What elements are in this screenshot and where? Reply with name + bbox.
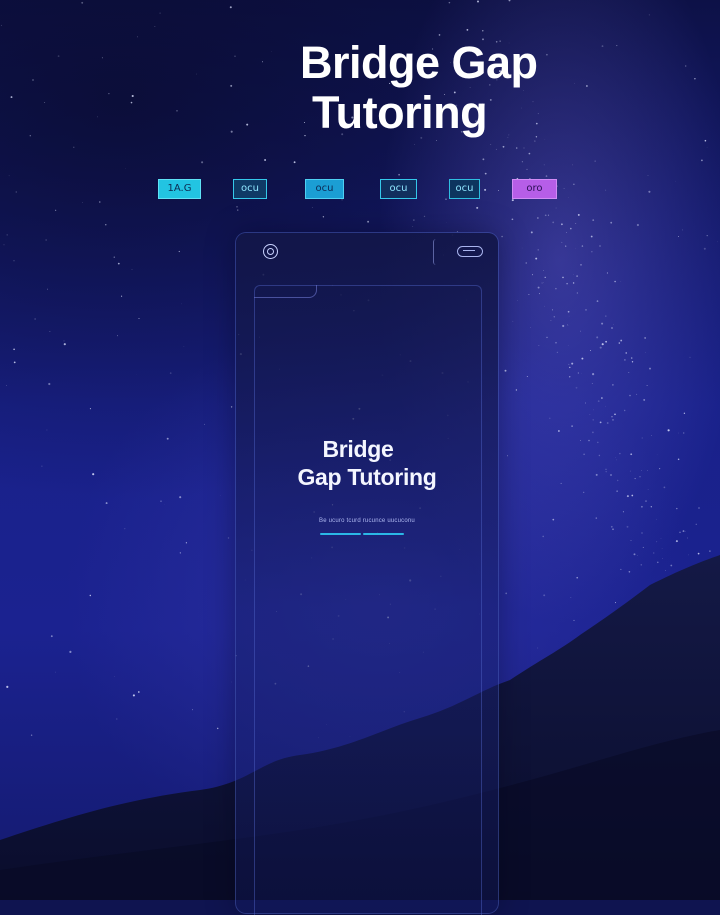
nav-chip-4[interactable]: ocu bbox=[380, 179, 417, 199]
screen-tab-notch bbox=[254, 285, 317, 298]
device-top-bar bbox=[236, 233, 498, 271]
nav-chip-5[interactable]: ocu bbox=[449, 179, 480, 199]
lock-icon[interactable] bbox=[263, 244, 278, 259]
device-subtitle: Be ucuro tcurd rucunce uucuconu bbox=[236, 518, 498, 524]
device-title-line1: Bridge bbox=[236, 435, 498, 463]
menu-icon[interactable] bbox=[457, 246, 483, 257]
hero-title-line1: Bridge Gap bbox=[300, 38, 600, 88]
nav-chip-2[interactable]: ocu bbox=[233, 179, 267, 199]
device-screen bbox=[254, 285, 482, 915]
accent-underline-right bbox=[363, 533, 404, 535]
phone-mockup: Bridge Gap Tutoring Be ucuro tcurd rucun… bbox=[236, 233, 498, 913]
nav-chip-1[interactable]: 1A.G bbox=[158, 179, 201, 199]
nav-chip-3[interactable]: ocu bbox=[305, 179, 344, 199]
hero-title: Bridge Gap Tutoring bbox=[300, 38, 600, 138]
top-bar-divider bbox=[433, 239, 436, 265]
device-title: Bridge Gap Tutoring bbox=[236, 435, 498, 491]
device-title-line2: Gap Tutoring bbox=[236, 463, 498, 491]
accent-underline-left bbox=[320, 533, 361, 535]
hero-title-line2: Tutoring bbox=[300, 88, 600, 138]
nav-chip-6[interactable]: oro bbox=[512, 179, 557, 199]
